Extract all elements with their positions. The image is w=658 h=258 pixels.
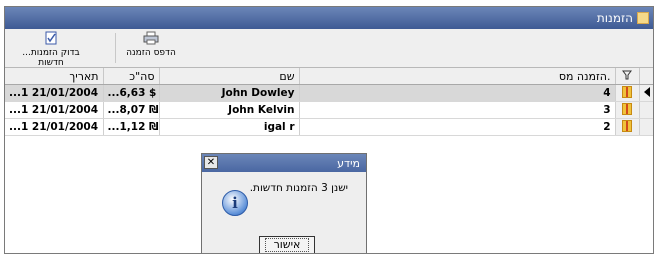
dialog-title: מידע xyxy=(337,156,360,170)
toolbar: ...בדוק הזמנות חדשות הדפס הזמנה xyxy=(5,29,653,68)
cell-icon xyxy=(615,118,640,136)
ok-button[interactable]: אישור xyxy=(259,236,315,253)
row-selector[interactable] xyxy=(639,118,653,136)
row-selector[interactable] xyxy=(639,101,653,119)
info-icon: i xyxy=(222,190,248,216)
cell-name: John Kelvin xyxy=(159,101,300,119)
row-selector[interactable] xyxy=(639,84,653,102)
cell-order-number: 4 xyxy=(299,84,616,102)
cell-order-number: 2 xyxy=(299,118,616,136)
window-title: הזמנות xyxy=(596,11,633,25)
orders-table: תאריך סה"כ שם הזמנה מס. ...1 21/01/2004 … xyxy=(5,68,653,136)
window-titlebar: הזמנות xyxy=(5,7,653,29)
gift-icon xyxy=(622,102,632,115)
column-name[interactable]: שם xyxy=(159,68,300,85)
check-orders-icon xyxy=(45,31,57,45)
cell-total: ...6,63 $ xyxy=(103,84,160,102)
printer-icon xyxy=(143,31,159,45)
column-total[interactable]: סה"כ xyxy=(103,68,160,85)
table-row[interactable]: ...1 21/01/2004 ...8,07 ₪ John Kelvin 3 xyxy=(5,101,653,119)
gift-icon xyxy=(622,85,632,98)
print-order-label: הדפס הזמנה xyxy=(126,48,176,58)
column-date[interactable]: תאריך xyxy=(5,68,104,85)
dialog-message: ישנן 3 הזמנות חדשות. xyxy=(249,182,348,194)
close-icon[interactable]: ✕ xyxy=(204,156,218,169)
column-order-number[interactable]: הזמנה מס. xyxy=(299,68,616,85)
cell-name: John Dowley xyxy=(159,84,300,102)
ok-button-label: אישור xyxy=(264,238,310,252)
cell-icon xyxy=(615,84,640,102)
info-dialog: מידע ✕ i ישנן 3 הזמנות חדשות. אישור xyxy=(201,153,367,253)
cell-name: igal r xyxy=(159,118,300,136)
check-new-orders-button[interactable]: ...בדוק הזמנות חדשות xyxy=(9,31,93,68)
table-row[interactable]: ...1 21/01/2004 ...1,12 ₪ igal r 2 xyxy=(5,118,653,136)
cell-total: ...8,07 ₪ xyxy=(103,101,160,119)
cell-icon xyxy=(615,101,640,119)
dialog-titlebar: מידע ✕ xyxy=(202,154,366,172)
cell-order-number: 3 xyxy=(299,101,616,119)
cell-date: ...1 21/01/2004 xyxy=(5,101,104,119)
gift-icon xyxy=(622,119,632,132)
toolbar-separator xyxy=(115,33,116,63)
row-pointer-icon xyxy=(644,86,650,97)
print-order-button[interactable]: הדפס הזמנה xyxy=(123,31,179,65)
orders-window: הזמנות ...בדוק הזמנות חדשות הדפס הזמנה ת… xyxy=(4,6,654,254)
window-icon xyxy=(637,12,649,24)
column-filter[interactable] xyxy=(615,68,640,85)
table-header: תאריך סה"כ שם הזמנה מס. xyxy=(5,68,653,85)
table-row[interactable]: ...1 21/01/2004 ...6,63 $ John Dowley 4 xyxy=(5,84,653,102)
cell-total: ...1,12 ₪ xyxy=(103,118,160,136)
cell-date: ...1 21/01/2004 xyxy=(5,118,104,136)
check-new-orders-label: ...בדוק הזמנות חדשות xyxy=(22,48,80,68)
filter-icon xyxy=(622,70,632,79)
row-header-column xyxy=(639,68,653,85)
cell-date: ...1 21/01/2004 xyxy=(5,84,104,102)
